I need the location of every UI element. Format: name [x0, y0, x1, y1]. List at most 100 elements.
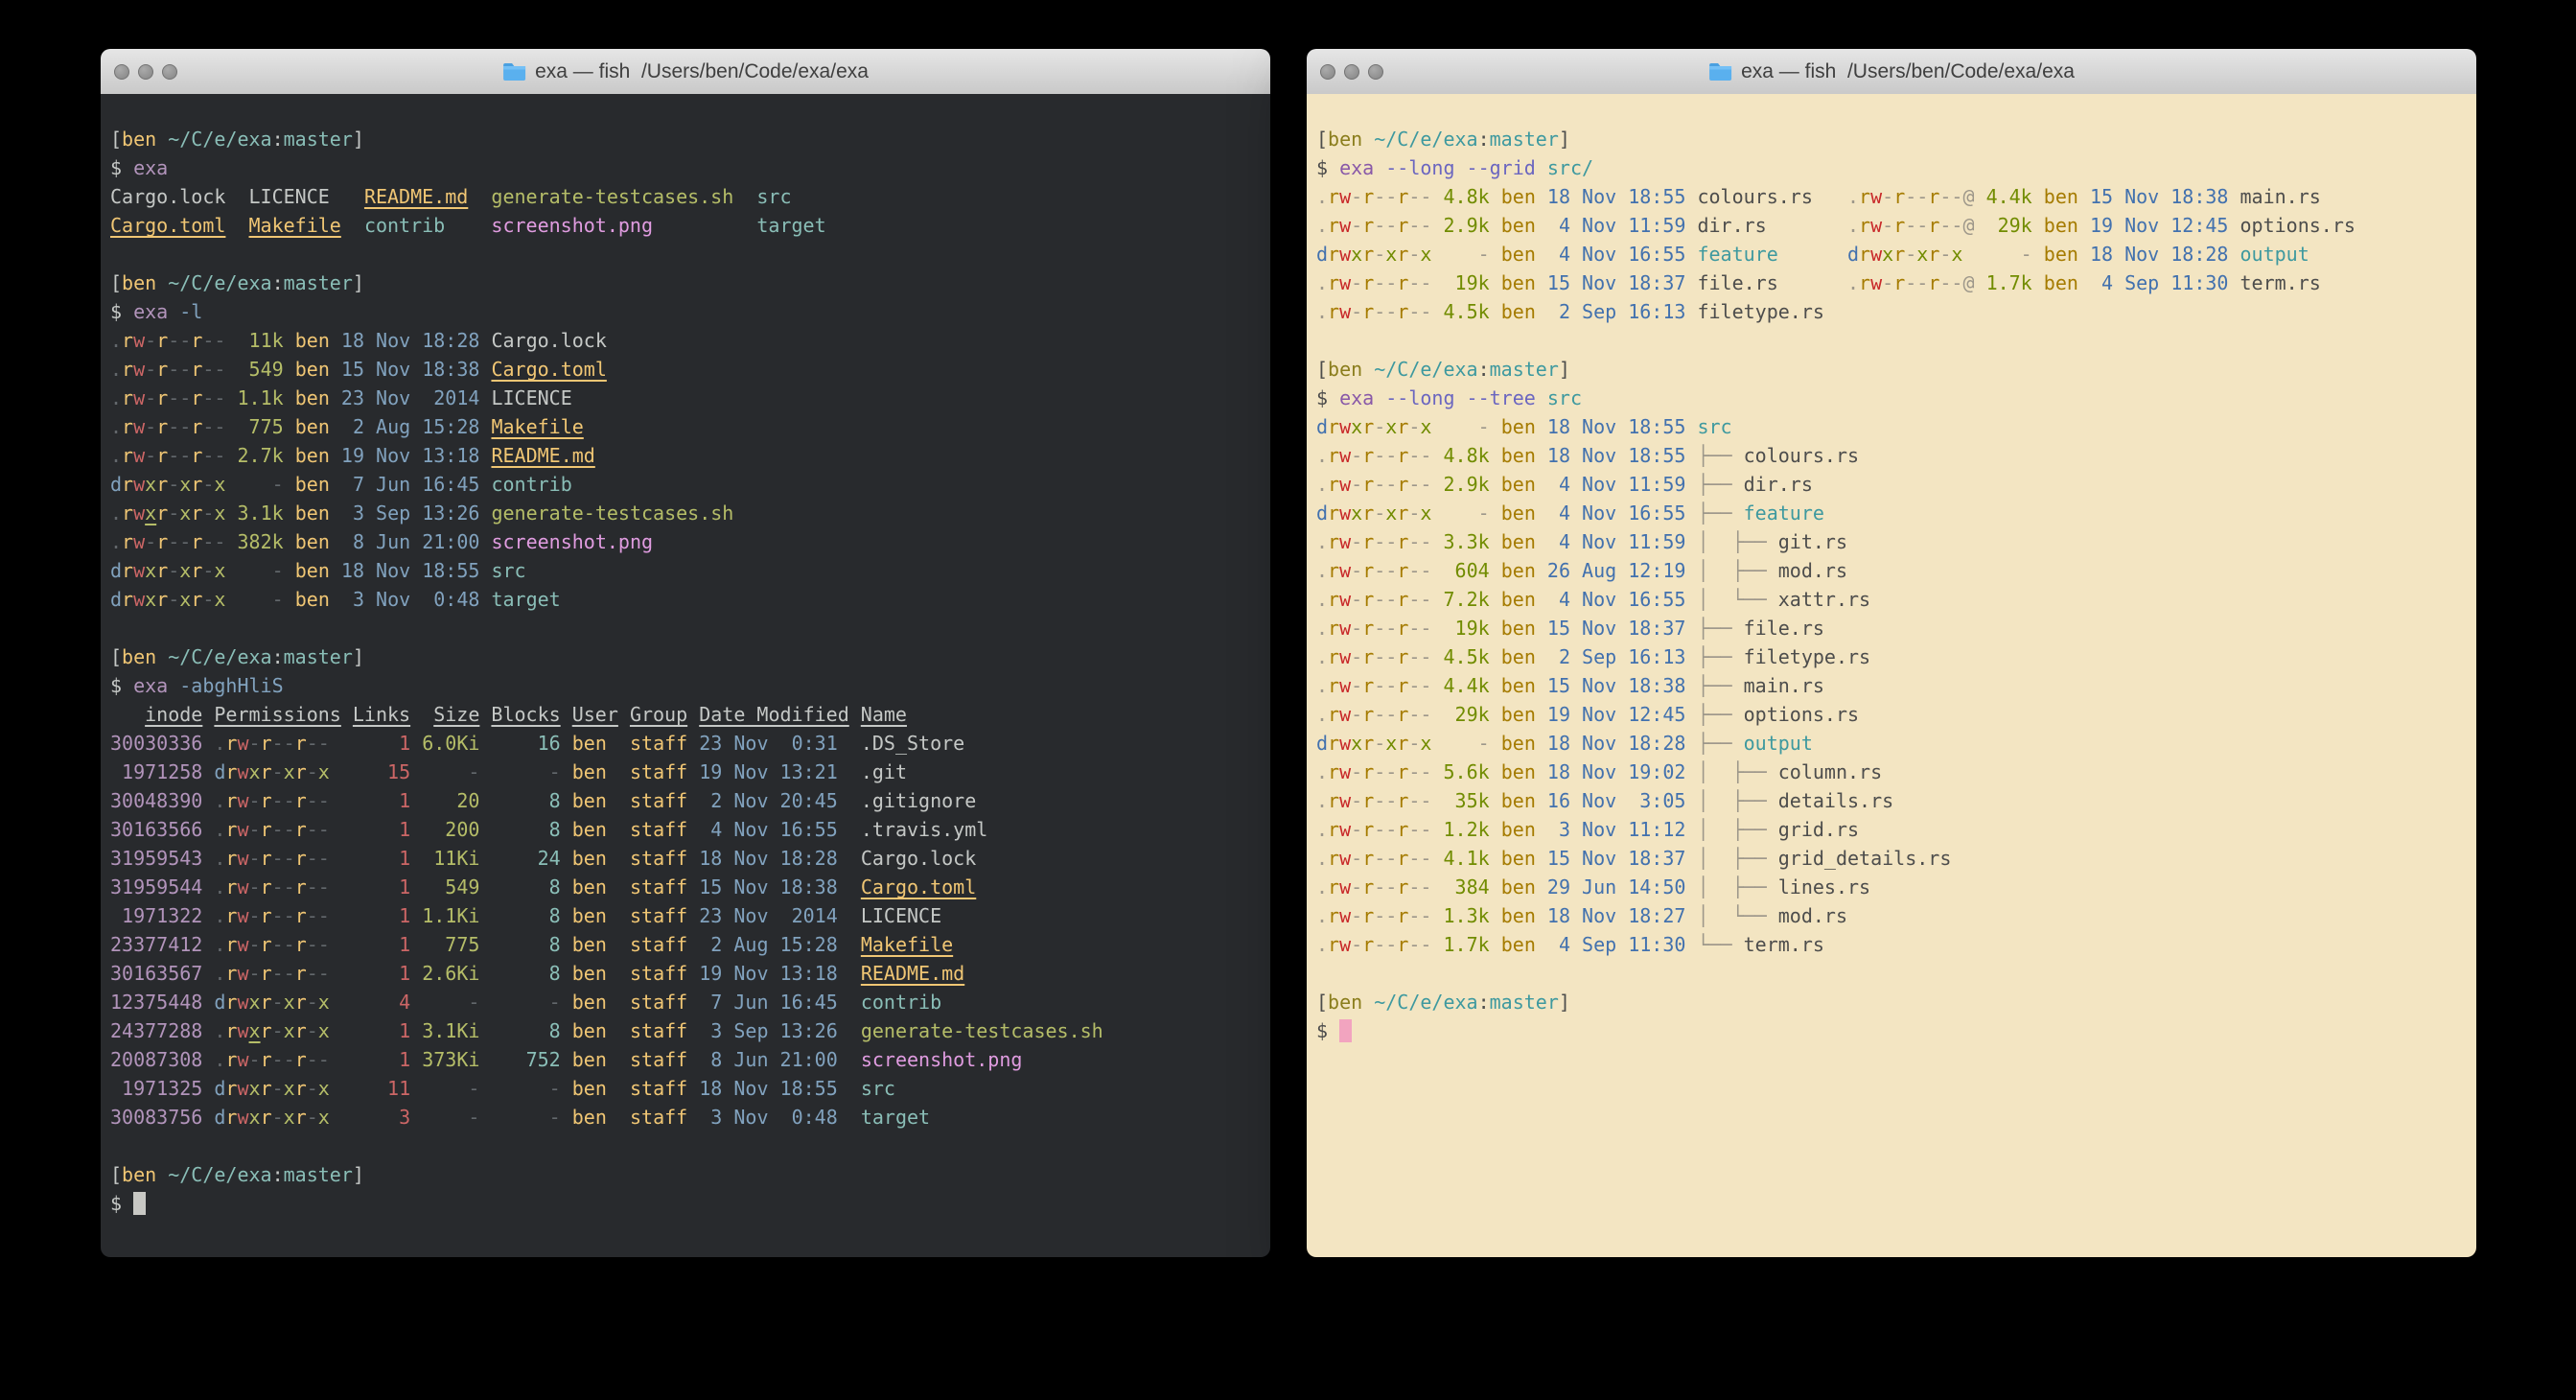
text-segment: ~/C/e/exa — [1374, 128, 1477, 151]
text-segment — [1778, 243, 1847, 266]
text-segment — [410, 991, 422, 1014]
permission-char: - — [1374, 933, 1385, 956]
permission-char: - — [1374, 243, 1385, 266]
terminal-line: 12375448 drwxr-xr-x 4 - - ben staff 7 Ju… — [110, 988, 1270, 1016]
terminal-line: .rw-r--r-- 11k ben 18 Nov 18:28 Cargo.lo… — [110, 326, 1270, 355]
text-segment: 2 Sep 16:13 — [1547, 645, 1686, 668]
permission-char: - — [1408, 904, 1420, 927]
zoom-button[interactable] — [1368, 64, 1383, 80]
text-segment — [1490, 185, 1501, 208]
text-segment — [1685, 875, 1697, 898]
text-segment — [410, 760, 422, 783]
text-segment — [410, 732, 422, 755]
permission-char: - — [1420, 617, 1431, 640]
permission-char: . — [1316, 933, 1328, 956]
permission-char: r — [1362, 300, 1374, 323]
permission-char: w — [1339, 444, 1351, 467]
title-bar[interactable]: exa — fish /Users/ben/Code/exa/exa — [101, 49, 1270, 95]
permission-char: x — [249, 991, 261, 1014]
zoom-button[interactable] — [162, 64, 177, 80]
permissions-field: .rw-r--r-- — [110, 329, 225, 352]
permissions-field: .rw-r--r-- — [1316, 645, 1431, 668]
permission-char: - — [1374, 760, 1385, 783]
text-segment: 20087308 — [110, 1048, 202, 1071]
permission-char: x — [1420, 243, 1431, 266]
text-segment — [2228, 271, 2239, 294]
close-button[interactable] — [1320, 64, 1335, 80]
permission-char: x — [1385, 502, 1397, 525]
minimize-button[interactable] — [1344, 64, 1359, 80]
permission-char: - — [1420, 847, 1431, 870]
text-segment: ben — [572, 1106, 607, 1129]
permission-char: - — [202, 386, 214, 409]
text-segment — [1431, 502, 1443, 525]
text-segment: 18 Nov 18:55 — [1547, 185, 1686, 208]
permission-char: r — [261, 933, 272, 956]
text-segment — [110, 703, 145, 726]
permission-char: - — [1420, 530, 1431, 553]
text-segment — [1685, 674, 1697, 697]
permission-char: . — [1316, 588, 1328, 611]
permission-char: d — [1316, 732, 1328, 755]
terminal-line: 1971258 drwxr-xr-x 15 - - ben staff 19 N… — [110, 758, 1270, 786]
minimize-button[interactable] — [138, 64, 153, 80]
text-segment: 1.2k — [1444, 818, 1490, 841]
permission-char: x — [1351, 243, 1362, 266]
permission-char: - — [179, 329, 191, 352]
text-segment: ben — [572, 789, 607, 812]
permission-char: x — [1385, 415, 1397, 438]
permission-char: x — [214, 559, 225, 582]
text-segment: 8 — [491, 1019, 560, 1042]
text-segment — [1536, 588, 1547, 611]
permission-char: w — [1339, 214, 1351, 237]
text-segment — [561, 904, 572, 927]
permission-char: - — [1351, 875, 1362, 898]
permissions-field: .rw-r--r-- — [1316, 530, 1431, 553]
text-segment: └── — [1697, 933, 1743, 956]
text-segment: exa — [1339, 386, 1374, 409]
permission-char: - — [1351, 904, 1362, 927]
text-segment: ben — [295, 473, 330, 496]
permissions-field: drwxr-xr-x — [1847, 243, 1962, 266]
close-button[interactable] — [114, 64, 129, 80]
terminal-line: [ben ~/C/e/exa:master] — [110, 268, 1270, 297]
text-segment — [479, 502, 491, 525]
text-segment — [1431, 473, 1443, 496]
terminal-content[interactable]: [ben ~/C/e/exa:master]$ exa --long --gri… — [1307, 94, 2476, 1257]
text-segment: ben — [295, 588, 330, 611]
permission-char: r — [156, 358, 168, 381]
text-segment — [284, 502, 295, 525]
permission-char: w — [1339, 415, 1351, 438]
permission-char: d — [214, 760, 225, 783]
text-segment — [607, 760, 630, 783]
permission-char: r — [225, 991, 237, 1014]
permission-char: r — [295, 875, 307, 898]
permission-char: - — [145, 530, 156, 553]
text-segment: 200 — [422, 818, 479, 841]
terminal-line: [ben ~/C/e/exa:master] — [1316, 355, 2476, 384]
permission-char: - — [284, 933, 295, 956]
text-segment — [1490, 300, 1501, 323]
text-segment — [838, 904, 861, 927]
text-segment — [1362, 358, 1374, 381]
permission-char: - — [1939, 214, 1951, 237]
text-segment: Blocks — [491, 703, 560, 726]
text-segment — [202, 875, 214, 898]
permission-char: - — [1351, 271, 1362, 294]
permission-char: . — [1316, 703, 1328, 726]
permissions-field: .rw-r--r-- — [1316, 847, 1431, 870]
text-segment — [1975, 271, 1986, 294]
text-segment — [225, 358, 237, 381]
text-segment: ~/C/e/exa — [1374, 358, 1477, 381]
permission-char: w — [237, 732, 248, 755]
text-segment: - — [422, 760, 479, 783]
permission-char: - — [318, 1048, 330, 1071]
window-title: exa — fish /Users/ben/Code/exa/exa — [535, 60, 869, 83]
text-segment — [607, 1077, 630, 1100]
permission-char: r — [261, 962, 272, 985]
terminal-content[interactable]: [ben ~/C/e/exa:master]$ exaCargo.lock LI… — [101, 94, 1270, 1257]
title-bar[interactable]: exa — fish /Users/ben/Code/exa/exa — [1307, 49, 2476, 95]
text-segment: 8 — [491, 933, 560, 956]
text-segment: 3 Sep 13:26 — [699, 1019, 838, 1042]
permission-char: x — [214, 588, 225, 611]
